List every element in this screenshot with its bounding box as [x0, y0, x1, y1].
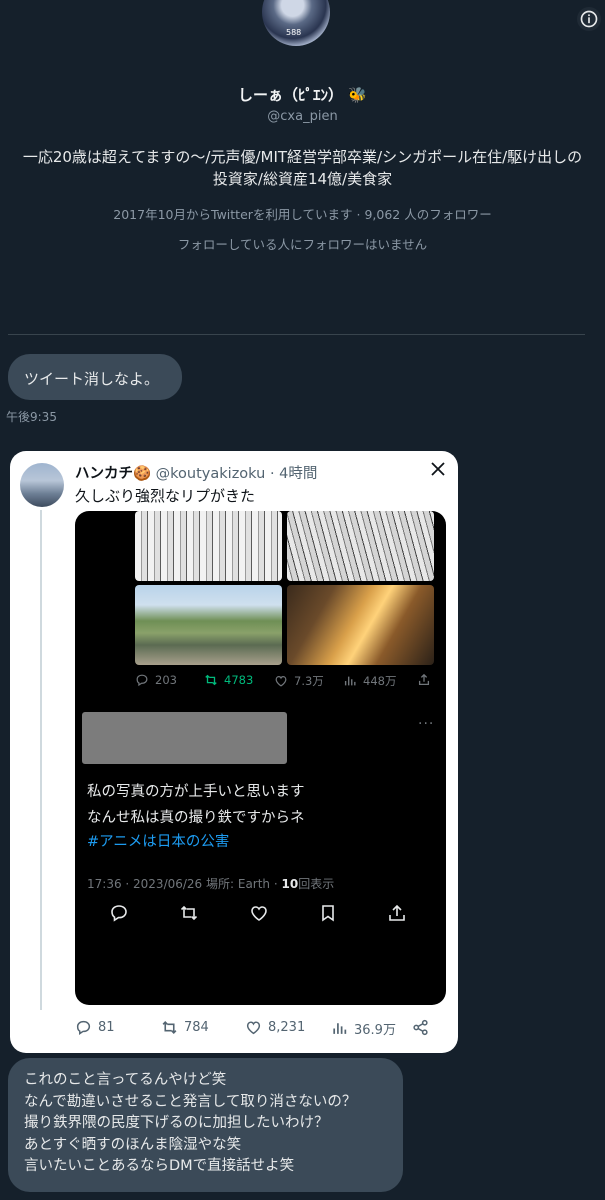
- bookmark-icon[interactable]: [318, 903, 338, 923]
- quoted-image-sketch-street[interactable]: [135, 511, 282, 581]
- quoted-share-stat[interactable]: [417, 673, 431, 687]
- tweet-reply-stat[interactable]: 81: [75, 1019, 115, 1036]
- tweet-author-name: ハンカチ🍪: [75, 466, 152, 482]
- quoted-views-count: 448万: [363, 674, 397, 688]
- quoted-image-sketch-city[interactable]: [287, 511, 434, 581]
- quoted-meta: 17:36 · 2023/06/26 場所: Earth · 10回表示: [87, 875, 334, 892]
- quoted-likes-count: 7.3万: [294, 674, 324, 688]
- divider: [8, 334, 585, 335]
- quoted-views-stat[interactable]: 448万: [343, 673, 396, 689]
- profile-joined-followers[interactable]: 2017年10月からTwitterを利用しています · 9,062 人のフォロワ…: [0, 204, 605, 223]
- avatar-text: 588: [286, 28, 302, 37]
- tweet-likes-count: 8,231: [268, 1020, 306, 1035]
- message-line: 撮り鉄界隈の民度下げるのに加担したいわけ？: [24, 1115, 329, 1131]
- quoted-image-railway-scene[interactable]: [135, 585, 282, 665]
- message-line: なんで勘違いさせること発言して取り消さないの？: [24, 1093, 357, 1110]
- quoted-action-bar: [87, 903, 417, 925]
- tweet-share-stat[interactable]: [412, 1019, 429, 1036]
- retweet-icon: [205, 674, 217, 686]
- quoted-view-count: 10: [281, 877, 299, 891]
- reply-icon: [136, 674, 148, 687]
- analytics-icon: [333, 1023, 347, 1034]
- analytics-icon: [344, 676, 356, 686]
- tweet-stats-row: 81 784 8,231 36.9万: [75, 1019, 445, 1039]
- tweet-like-stat[interactable]: 8,231: [245, 1019, 305, 1036]
- tweet-views-stat[interactable]: 36.9万: [331, 1019, 396, 1038]
- share-icon: [418, 673, 430, 686]
- tweet-retweet-stat[interactable]: 784: [161, 1019, 209, 1036]
- quoted-reply-line-2: なんせ私は真の撮り鉄ですからネ: [87, 810, 305, 826]
- profile-name-emoji: 🐝: [348, 86, 367, 104]
- share-nodes-icon: [413, 1019, 428, 1036]
- x-logo-icon: [431, 461, 445, 476]
- info-icon[interactable]: [577, 7, 601, 31]
- tweet-author-avatar[interactable]: [20, 463, 64, 507]
- quoted-reply-stat[interactable]: 203: [135, 673, 177, 687]
- message-timestamp: 午後9:35: [6, 410, 57, 424]
- heart-icon: [246, 1021, 261, 1035]
- tweet-replies-count: 81: [98, 1020, 115, 1035]
- profile-handle: @cxa_pien: [267, 109, 338, 124]
- quoted-replies-count: 203: [155, 673, 177, 687]
- quoted-stats-row: 203 4783 7.3万 448万: [135, 673, 435, 691]
- message-bubble[interactable]: これのこと言ってるんやけど笑 なんで勘違いさせること発言して取り消さないの？ 撮…: [8, 1058, 403, 1192]
- quoted-meta-prefix: 17:36 · 2023/06/26 場所: Earth ·: [87, 877, 282, 891]
- profile-bio: 一応20歳は超えてますの〜/元声優/MIT経営学部卒業/シンガポール在住/駆け出…: [22, 148, 583, 188]
- more-options-icon[interactable]: ···: [418, 716, 434, 732]
- tweet-retweets-count: 784: [184, 1020, 209, 1035]
- profile-name: しーぁ（ﾋﾟｴﾝ） 🐝: [0, 84, 605, 105]
- reply-icon[interactable]: [109, 903, 129, 923]
- heart-icon[interactable]: [249, 903, 269, 923]
- profile-avatar[interactable]: 588: [262, 0, 330, 46]
- tweet-author[interactable]: ハンカチ🍪 @koutyakizoku · 4時間: [75, 462, 317, 483]
- retweet-icon[interactable]: [179, 903, 199, 923]
- quoted-view-label: 回表示: [298, 877, 335, 891]
- profile-name-text: しーぁ（ﾋﾟｴﾝ）: [238, 86, 344, 104]
- message-line: あとすぐ晒すのほんま陰湿やな笑: [24, 1136, 242, 1153]
- tweet-views-count: 36.9万: [354, 1023, 396, 1038]
- tweet-author-handle: @koutyakizoku: [155, 466, 266, 482]
- quoted-hashtag-link[interactable]: #アニメは日本の公害: [87, 830, 229, 851]
- quoted-like-stat[interactable]: 7.3万: [274, 673, 324, 689]
- message-line: 言いたいことあるならDMで直接話せよ笑: [24, 1158, 295, 1174]
- heart-icon: [275, 676, 287, 687]
- profile-no-mutual-followers: フォローしている人にフォロワーはいません: [177, 237, 428, 252]
- message-line: これのこと言ってるんやけど笑: [24, 1072, 227, 1088]
- redacted-user-box: [82, 712, 287, 764]
- retweet-icon: [162, 1021, 177, 1034]
- quoted-retweet-stat[interactable]: 4783: [204, 673, 253, 687]
- share-icon[interactable]: [387, 903, 407, 923]
- tweet-text: 久しぶり強烈なリプがきた: [75, 487, 256, 505]
- thread-line: [40, 510, 42, 1010]
- quoted-image-grid[interactable]: [135, 511, 434, 665]
- quoted-retweets-count: 4783: [224, 673, 254, 687]
- reply-icon: [76, 1020, 91, 1035]
- quoted-reply-line-1: 私の写真の方が上手いと思います: [87, 784, 305, 800]
- tweet-age: · 4時間: [269, 466, 318, 482]
- quoted-image-sunset-station[interactable]: [287, 585, 434, 665]
- message-bubble[interactable]: ツイート消しなよ。: [8, 354, 182, 400]
